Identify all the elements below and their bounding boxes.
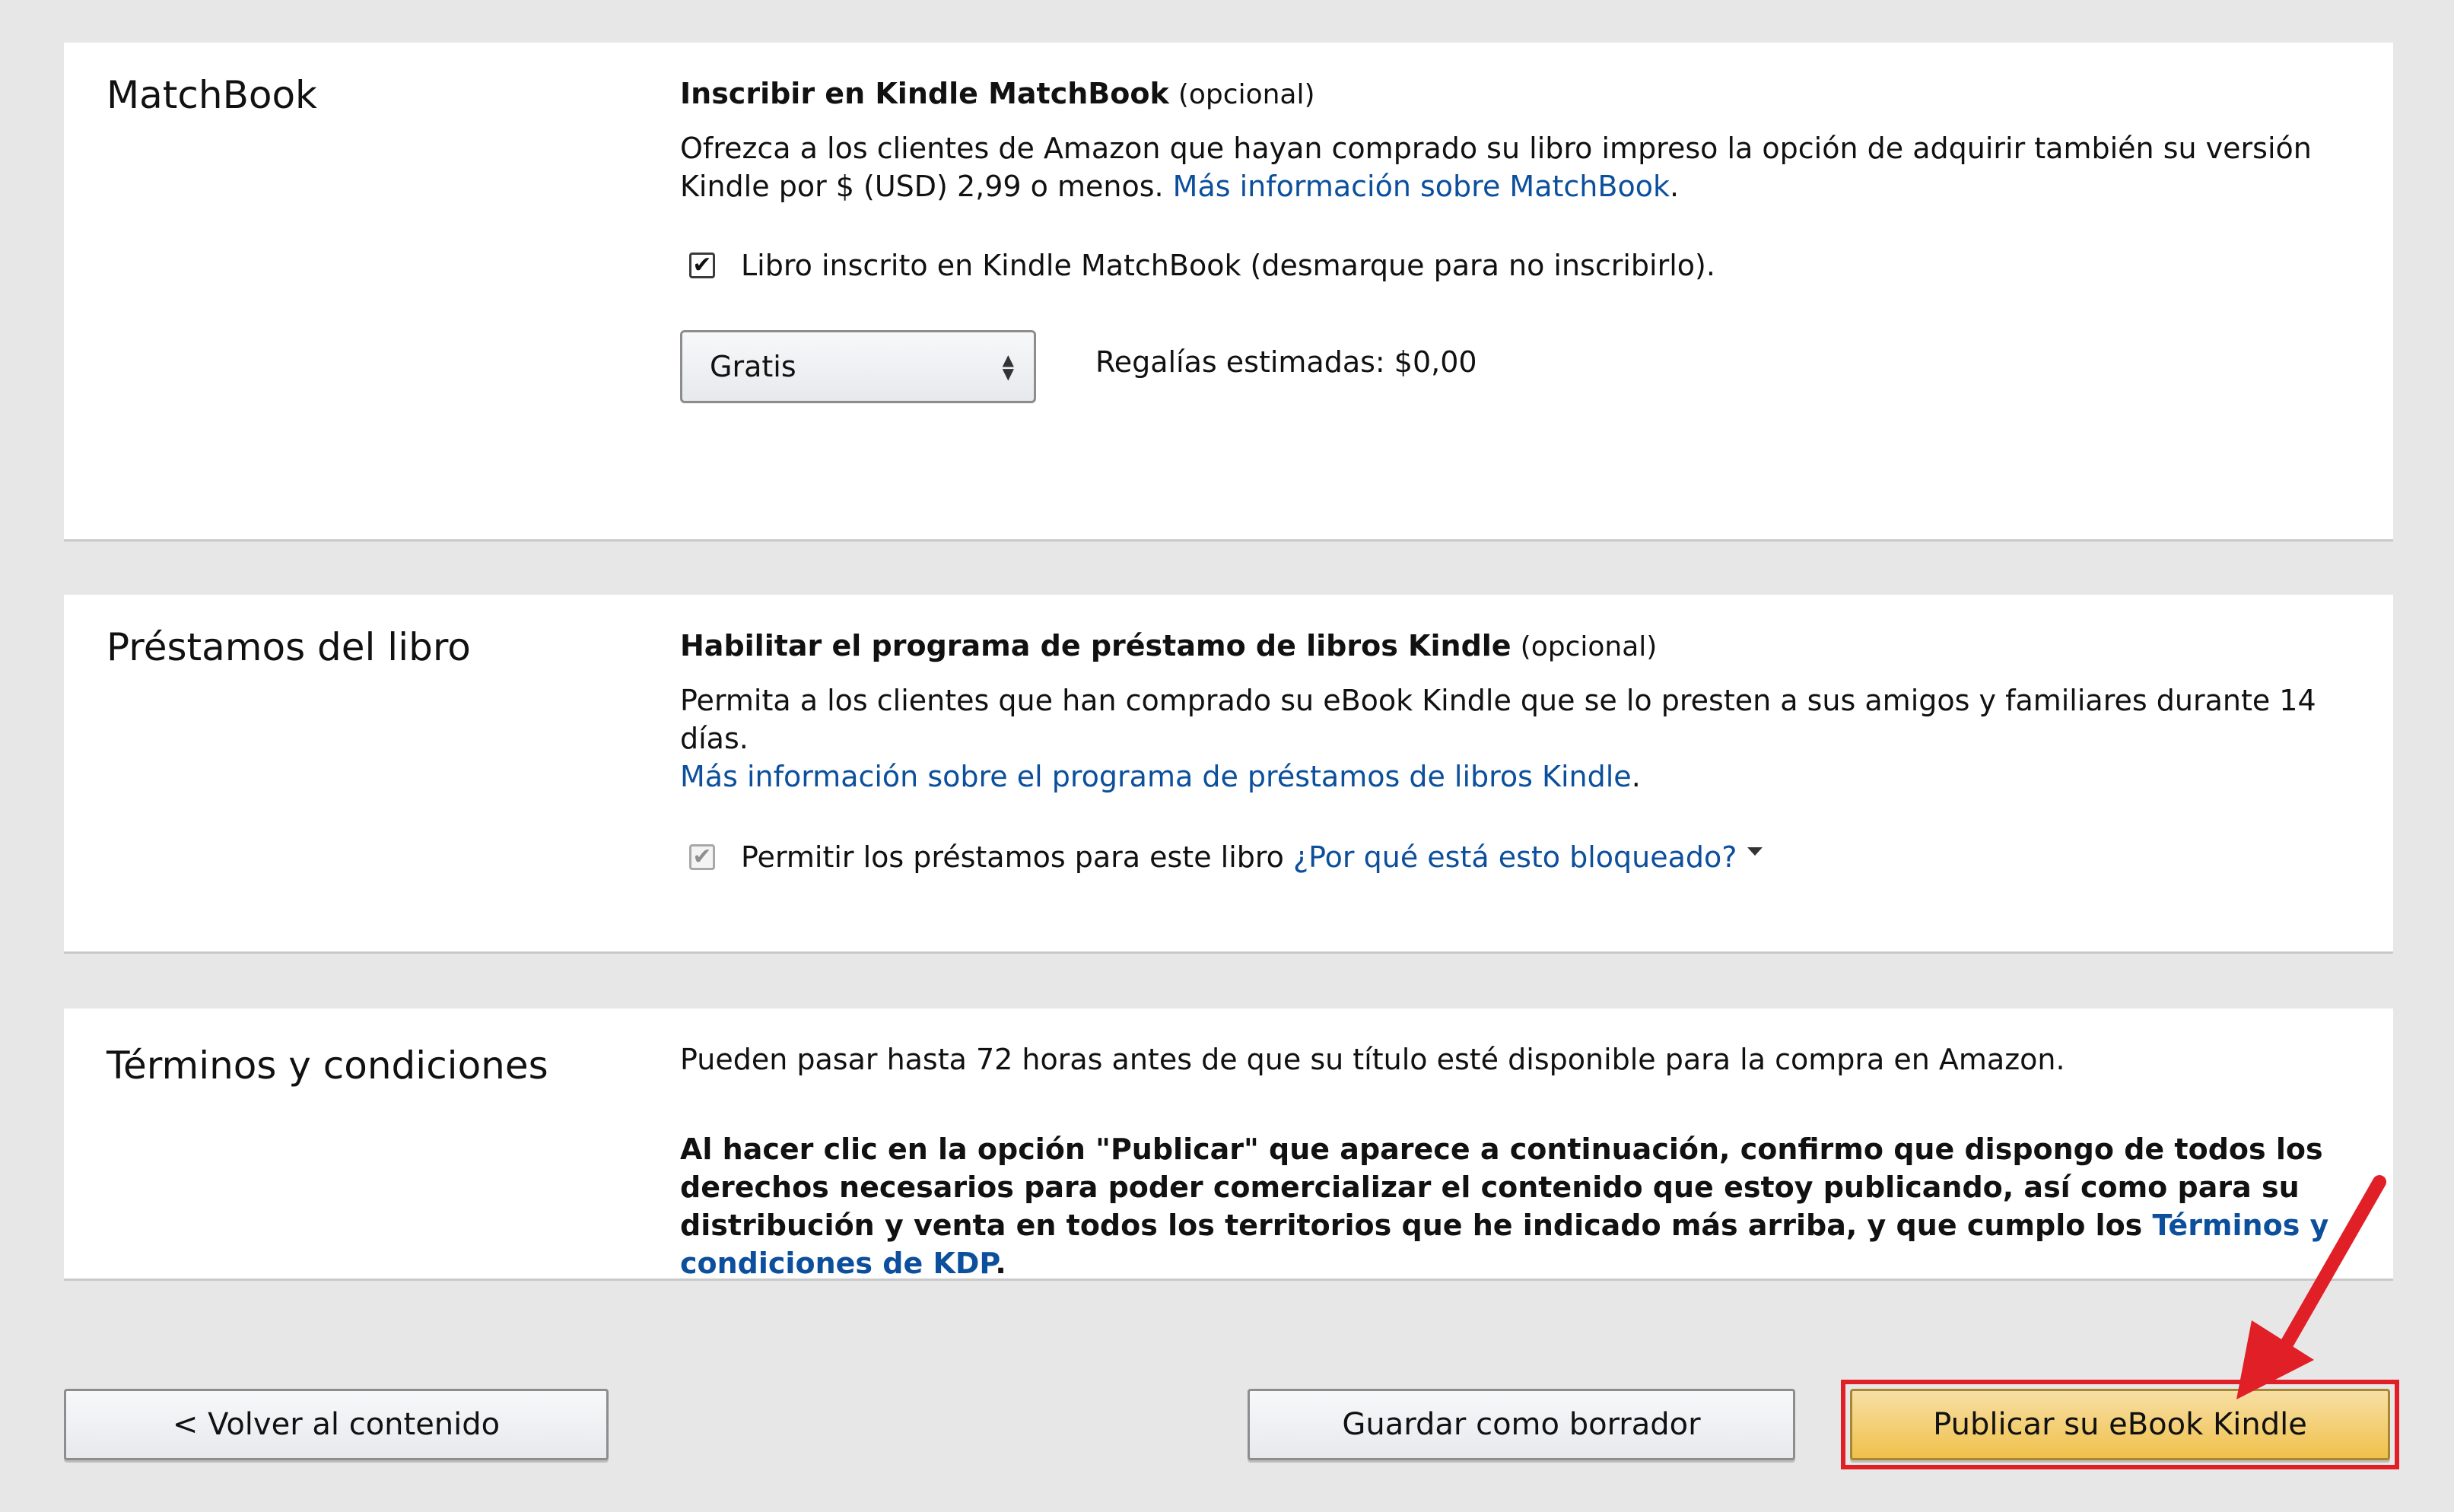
matchbook-price-select-value: Gratis xyxy=(710,350,796,383)
matchbook-more-info-link[interactable]: Más información sobre MatchBook xyxy=(1173,170,1670,203)
terms-section-title: Términos y condiciones xyxy=(106,1043,548,1088)
lending-link-suffix: . xyxy=(1631,760,1641,793)
matchbook-heading-row: Inscribir en Kindle MatchBook (opcional) xyxy=(680,75,2348,114)
matchbook-price-select[interactable]: Gratis ▲ ▼ xyxy=(680,330,1036,403)
lending-section-title: Préstamos del libro xyxy=(106,625,471,669)
check-icon: ✔ xyxy=(692,843,712,870)
lending-checkbox[interactable]: ✔ xyxy=(689,844,715,870)
terms-agreement-text: Al hacer clic en la opción "Publicar" qu… xyxy=(680,1132,2323,1242)
matchbook-section-title: MatchBook xyxy=(106,73,318,117)
terms-availability-text: Pueden pasar hasta 72 horas antes de que… xyxy=(680,1043,2065,1076)
updown-arrows-icon: ▲ ▼ xyxy=(1002,351,1014,383)
matchbook-content: Inscribir en Kindle MatchBook (opcional)… xyxy=(680,75,2348,403)
terms-panel: Términos y condiciones Pueden pasar hast… xyxy=(64,1009,2393,1281)
lending-checkbox-row: ✔ Permitir los préstamos para este libro… xyxy=(680,838,2348,876)
caret-down-icon[interactable] xyxy=(1747,847,1763,856)
lending-checkbox-label: Permitir los préstamos para este libro xyxy=(741,840,1284,874)
check-icon: ✔ xyxy=(692,252,712,278)
matchbook-price-row: Gratis ▲ ▼ Regalías estimadas: $0,00 xyxy=(680,330,2348,403)
back-to-content-button[interactable]: < Volver al contenido xyxy=(64,1389,609,1460)
lending-heading-row: Habilitar el programa de préstamo de lib… xyxy=(680,627,2348,666)
red-arrow-icon xyxy=(2236,1175,2386,1399)
matchbook-optional-label: (opcional) xyxy=(1178,79,1315,110)
terms-agreement-block: Al hacer clic en la opción "Publicar" qu… xyxy=(680,1130,2348,1282)
lending-heading: Habilitar el programa de préstamo de lib… xyxy=(680,629,1511,662)
matchbook-royalty-text: Regalías estimadas: $0,00 xyxy=(1095,345,1477,379)
lending-description: Permita a los clientes que han comprado … xyxy=(680,684,2316,755)
terms-content: Pueden pasar hasta 72 horas antes de que… xyxy=(680,1040,2348,1282)
matchbook-link-suffix: . xyxy=(1669,170,1680,203)
lending-panel: Préstamos del libro Habilitar el program… xyxy=(64,595,2393,954)
matchbook-description-block: Ofrezca a los clientes de Amazon que hay… xyxy=(680,129,2348,205)
terms-link-suffix: . xyxy=(995,1247,1006,1280)
matchbook-checkbox[interactable]: ✔ xyxy=(689,253,715,278)
lending-description-block: Permita a los clientes que han comprado … xyxy=(680,681,2348,796)
matchbook-checkbox-label: Libro inscrito en Kindle MatchBook (desm… xyxy=(741,249,1715,282)
lending-optional-label: (opcional) xyxy=(1520,631,1658,662)
lending-content: Habilitar el programa de préstamo de lib… xyxy=(680,627,2348,876)
lending-more-info-link[interactable]: Más información sobre el programa de pré… xyxy=(680,760,1632,793)
matchbook-panel: MatchBook Inscribir en Kindle MatchBook … xyxy=(64,43,2393,542)
matchbook-checkbox-row: ✔ Libro inscrito en Kindle MatchBook (de… xyxy=(680,246,2348,284)
matchbook-heading: Inscribir en Kindle MatchBook xyxy=(680,77,1169,110)
save-draft-button[interactable]: Guardar como borrador xyxy=(1248,1389,1795,1460)
lending-blocked-link[interactable]: ¿Por qué está esto bloqueado? xyxy=(1293,838,1737,876)
